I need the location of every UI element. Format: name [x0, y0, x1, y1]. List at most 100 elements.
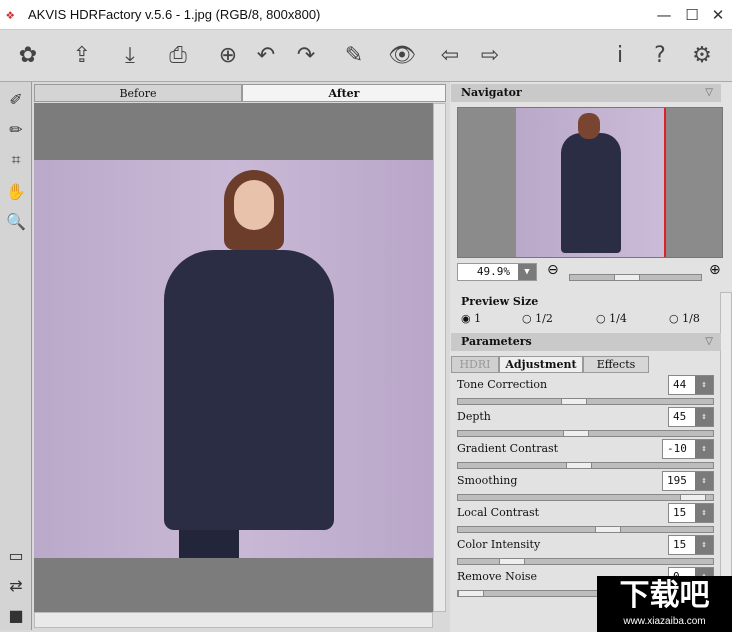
- logo-icon: ✿: [18, 43, 38, 68]
- preview-size-title: Preview Size: [461, 295, 539, 308]
- magic-brush-icon[interactable]: ✐: [4, 88, 28, 112]
- navigator-title: Navigator: [461, 86, 522, 99]
- panel-scrollbar[interactable]: [720, 292, 732, 582]
- param-slider[interactable]: [457, 494, 714, 501]
- param-value-input[interactable]: 45 ⇕: [668, 407, 714, 427]
- forward-icon[interactable]: ⇨: [474, 40, 506, 72]
- navigator-thumbnail: [516, 108, 666, 257]
- help-icon[interactable]: ?: [644, 40, 676, 72]
- toolbar: ✿ ⇪ ⤓ ⎙ ⊕ ↶ ↷ ✎ 👁 ⇦ ⇨ i? ⚙: [0, 30, 732, 82]
- param-label: Color Intensity: [457, 538, 541, 551]
- print-icon[interactable]: ⎙: [162, 40, 194, 72]
- slider-thumb[interactable]: [566, 462, 592, 469]
- zoom-icon[interactable]: 🔍: [4, 210, 28, 234]
- param-value-input[interactable]: 44 ⇕: [668, 375, 714, 395]
- window-title: AKVIS HDRFactory v.5.6 - 1.jpg (RGB/8, 8…: [28, 7, 321, 22]
- tab-hdri[interactable]: HDRI: [451, 356, 499, 373]
- zoom-dropdown-icon[interactable]: ▼: [518, 264, 536, 280]
- param-value-input[interactable]: 15 ⇕: [668, 535, 714, 555]
- watermark-logo: 下载吧 www.xiazaiba.com: [597, 576, 732, 632]
- undo-icon[interactable]: ↶: [250, 40, 282, 72]
- param-value: 15: [673, 538, 687, 551]
- compare-view-icon[interactable]: ⇄: [4, 574, 28, 598]
- spinner-icon[interactable]: ⇕: [695, 536, 713, 554]
- maximize-button[interactable]: ☐: [680, 4, 704, 26]
- save-icon[interactable]: ⤓: [114, 40, 146, 72]
- slider-thumb[interactable]: [458, 590, 484, 597]
- radio-preview-1[interactable]: ◉ 1: [461, 312, 481, 325]
- param-label: Local Contrast: [457, 506, 540, 519]
- spinner-icon[interactable]: ⇕: [695, 472, 713, 490]
- slider-thumb[interactable]: [561, 398, 587, 405]
- redo-icon[interactable]: ↷: [290, 40, 322, 72]
- collapse-icon[interactable]: ▽: [705, 333, 713, 351]
- settings-icon[interactable]: ⚙: [686, 40, 718, 72]
- radio-icon[interactable]: ○: [669, 312, 679, 325]
- param-label: Gradient Contrast: [457, 442, 559, 455]
- vertical-scrollbar[interactable]: [433, 103, 446, 612]
- zoom-value: 49.9%: [476, 265, 510, 278]
- info-icon[interactable]: i: [604, 40, 636, 72]
- slider-thumb[interactable]: [595, 526, 621, 533]
- radio-label: 1: [474, 312, 482, 325]
- close-button[interactable]: ✕: [706, 4, 730, 26]
- minimize-button[interactable]: —: [652, 4, 676, 26]
- tool-panel: ✐ ✏ ⌗ ✋ 🔍 ▭ ⇄ ■: [0, 82, 32, 630]
- param-slider[interactable]: [457, 558, 714, 565]
- param-label: Remove Noise: [457, 570, 537, 583]
- watermark-url: www.xiazaiba.com: [623, 616, 706, 627]
- zoom-out-icon[interactable]: ⊖: [547, 262, 559, 278]
- back-icon[interactable]: ⇦: [434, 40, 466, 72]
- param-slider[interactable]: [457, 462, 714, 469]
- eraser-icon[interactable]: ✏: [4, 118, 28, 142]
- tab-after[interactable]: After: [242, 84, 446, 102]
- radio-label: 1/2: [535, 312, 553, 325]
- parameters-title: Parameters: [461, 335, 532, 348]
- navigator-header[interactable]: Navigator ▽: [451, 84, 721, 102]
- export-icon[interactable]: ⊕: [212, 40, 244, 72]
- slider-thumb[interactable]: [499, 558, 525, 565]
- horizontal-scrollbar[interactable]: [34, 612, 433, 628]
- navigator-preview[interactable]: [457, 107, 723, 258]
- crop-icon[interactable]: ⌗: [4, 148, 28, 172]
- param-slider[interactable]: [457, 430, 714, 437]
- radio-label: 1/8: [682, 312, 700, 325]
- tab-before[interactable]: Before: [34, 84, 242, 102]
- slider-thumb[interactable]: [563, 430, 589, 437]
- zoom-in-icon[interactable]: ⊕: [709, 262, 721, 278]
- spinner-icon[interactable]: ⇕: [695, 504, 713, 522]
- color-icon[interactable]: ■: [4, 604, 28, 628]
- preview-icon[interactable]: 👁: [386, 40, 418, 72]
- param-slider[interactable]: [457, 526, 714, 533]
- param-label: Smoothing: [457, 474, 518, 487]
- open-icon[interactable]: ⇪: [66, 40, 98, 72]
- radio-icon[interactable]: ◉: [461, 312, 471, 325]
- zoom-slider[interactable]: [569, 274, 702, 281]
- hand-icon[interactable]: ✋: [4, 180, 28, 204]
- param-slider[interactable]: [457, 398, 714, 405]
- tab-effects[interactable]: Effects: [583, 356, 649, 373]
- radio-preview-1-2[interactable]: ○ 1/2: [522, 312, 553, 325]
- radio-preview-1-4[interactable]: ○ 1/4: [596, 312, 627, 325]
- param-value: -10: [667, 442, 687, 455]
- single-view-icon[interactable]: ▭: [4, 544, 28, 568]
- param-value-input[interactable]: -10 ⇕: [662, 439, 714, 459]
- param-value-input[interactable]: 195 ⇕: [662, 471, 714, 491]
- param-value: 195: [667, 474, 687, 487]
- radio-label: 1/4: [609, 312, 627, 325]
- spinner-icon[interactable]: ⇕: [695, 440, 713, 458]
- param-value-input[interactable]: 15 ⇕: [668, 503, 714, 523]
- radio-icon[interactable]: ○: [522, 312, 532, 325]
- tab-adjustment[interactable]: Adjustment: [499, 356, 583, 373]
- radio-icon[interactable]: ○: [596, 312, 606, 325]
- parameters-header[interactable]: Parameters ▽: [451, 333, 721, 351]
- zoom-field[interactable]: 49.9% ▼: [457, 263, 537, 281]
- brush-icon[interactable]: ✎: [338, 40, 370, 72]
- radio-preview-1-8[interactable]: ○ 1/8: [669, 312, 700, 325]
- spinner-icon[interactable]: ⇕: [695, 408, 713, 426]
- spinner-icon[interactable]: ⇕: [695, 376, 713, 394]
- param-label: Tone Correction: [457, 378, 548, 391]
- photo-image: [34, 160, 433, 558]
- collapse-icon[interactable]: ▽: [705, 84, 713, 102]
- slider-thumb[interactable]: [680, 494, 706, 501]
